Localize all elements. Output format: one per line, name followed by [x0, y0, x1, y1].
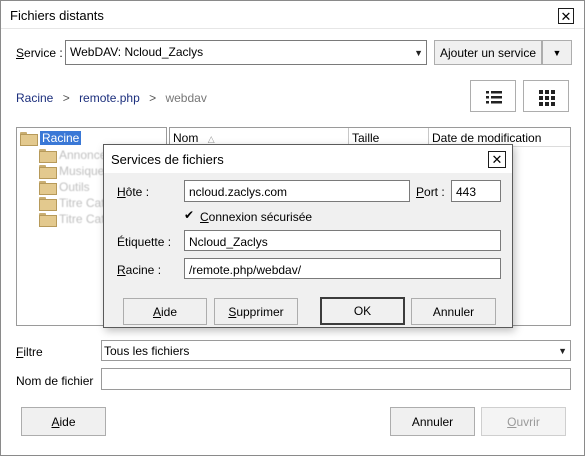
services-dialog: Services de fichiers ✕ Hôte : ncloud.zac…	[103, 144, 513, 328]
ok-label: OK	[353, 304, 372, 318]
filter-select[interactable]: Tous les fichiers ▼	[101, 340, 571, 361]
list-view-icon	[486, 91, 502, 104]
folder-icon	[39, 165, 57, 179]
cancel-label: Annuler	[411, 414, 454, 429]
delete-label: Supprimer	[228, 304, 284, 319]
folder-icon	[39, 197, 57, 211]
sort-up-icon: △	[207, 134, 215, 144]
delete-button[interactable]: Supprimer	[214, 298, 298, 325]
breadcrumb-item-racine[interactable]: Racine	[16, 91, 53, 105]
filter-value: Tous les fichiers	[104, 344, 190, 358]
grid-view-button[interactable]	[523, 80, 569, 112]
service-value: WebDAV: Ncloud_Zaclys	[70, 45, 204, 59]
dialog-help-button[interactable]: Aide	[123, 298, 207, 325]
column-date-label: Date de modification	[432, 131, 542, 145]
filename-label: Nom de fichier	[16, 374, 94, 388]
breadcrumb-item-remote[interactable]: remote.php	[79, 91, 140, 105]
breadcrumb-item-webdav: webdav	[165, 91, 207, 105]
root-value: /remote.php/webdav/	[189, 263, 302, 277]
dialog-title: Services de fichiers	[111, 152, 224, 167]
tree-item[interactable]: Outils	[39, 179, 90, 195]
secure-checkbox[interactable]: ✔	[184, 208, 194, 222]
host-value: ncloud.zaclys.com	[189, 185, 288, 199]
help-label: Aide	[51, 414, 76, 429]
close-icon[interactable]: ✕	[488, 151, 506, 168]
chevron-down-icon: ▼	[414, 47, 423, 58]
service-label: Service :	[16, 46, 63, 60]
chevron-down-icon: ▼	[558, 345, 567, 356]
tree-item-root[interactable]: Racine	[20, 130, 82, 146]
ok-button[interactable]: OK	[320, 297, 405, 325]
port-value: 443	[456, 185, 477, 199]
dialog-help-label: Aide	[152, 304, 178, 319]
tag-label: Étiquette :	[117, 235, 172, 249]
host-label: Hôte :	[117, 185, 150, 199]
folder-icon	[39, 213, 57, 227]
dialog-cancel-button[interactable]: Annuler	[411, 298, 496, 325]
tree-item-label: Titre Cat	[59, 196, 105, 210]
list-view-button[interactable]	[470, 80, 516, 112]
host-input[interactable]: ncloud.zaclys.com	[184, 180, 410, 202]
filename-input[interactable]	[101, 368, 571, 390]
add-service-button[interactable]: Ajouter un service	[434, 40, 542, 65]
folder-icon	[20, 132, 38, 146]
chevron-down-icon: ▼	[552, 47, 562, 58]
cancel-button[interactable]: Annuler	[390, 407, 475, 436]
dialog-title-bar: Services de fichiers ✕	[104, 145, 512, 173]
tag-input[interactable]: Ncloud_Zaclys	[184, 230, 501, 251]
open-label: Ouvrir	[507, 414, 540, 429]
port-input[interactable]: 443	[451, 180, 501, 202]
tree-item[interactable]: Annonces	[39, 147, 112, 163]
breadcrumb-separator: >	[149, 91, 157, 105]
add-service-label: Ajouter un service	[439, 45, 537, 60]
title-bar: Fichiers distants ✕	[1, 1, 584, 29]
root-label: Racine :	[117, 263, 162, 277]
tree-item[interactable]: Titre Cat	[39, 195, 105, 211]
column-size-label: Taille	[352, 131, 380, 145]
breadcrumb: Racine > remote.php > webdav	[16, 91, 207, 105]
folder-icon	[39, 181, 57, 195]
column-name-label: Nom	[173, 131, 199, 145]
service-select[interactable]: WebDAV: Ncloud_Zaclys ▼	[65, 40, 427, 65]
window-title: Fichiers distants	[10, 8, 104, 23]
tree-item[interactable]: Titre Cat	[39, 211, 105, 227]
root-input[interactable]: /remote.php/webdav/	[184, 258, 501, 279]
tree-item-label: Outils	[59, 180, 90, 194]
tree-item-label: Musique	[59, 164, 105, 178]
tag-value: Ncloud_Zaclys	[189, 235, 268, 249]
tree-item[interactable]: Musique	[39, 163, 104, 179]
tree-item-label: Titre Cat	[59, 212, 105, 226]
add-service-dropdown[interactable]: ▼	[542, 40, 572, 65]
tree-item-label: Racine	[40, 131, 82, 145]
port-label: Port :	[416, 185, 445, 199]
close-icon[interactable]: ✕	[558, 8, 574, 24]
folder-icon	[39, 149, 57, 163]
help-button[interactable]: Aide	[21, 407, 106, 436]
dialog-cancel-label: Annuler	[432, 304, 475, 319]
breadcrumb-separator: >	[62, 91, 70, 105]
secure-label: Connexion sécurisée	[200, 210, 313, 224]
grid-view-icon	[539, 90, 555, 106]
filter-label: Filtre	[16, 345, 43, 359]
open-button: Ouvrir	[481, 407, 566, 436]
